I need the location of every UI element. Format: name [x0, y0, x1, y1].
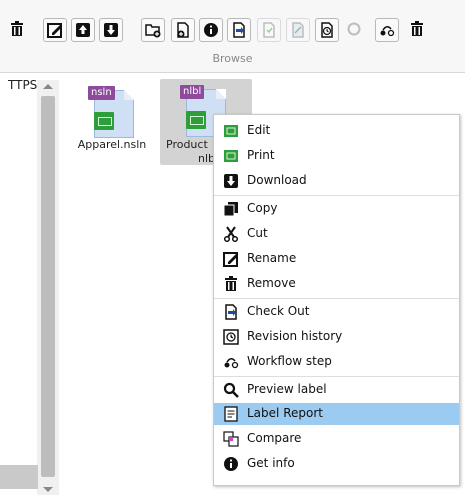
left-pane-text: TTPS	[8, 78, 38, 92]
report-icon	[224, 406, 238, 422]
delete-button[interactable]	[406, 18, 430, 42]
workflow-icon	[380, 26, 395, 37]
label-print-icon	[224, 150, 238, 162]
compare-icon	[223, 431, 239, 447]
menu-item-compare[interactable]: Compare	[214, 428, 459, 450]
scrollbar-thumb[interactable]	[41, 96, 55, 477]
menu-item-label: Preview label	[247, 382, 327, 396]
copy-icon	[223, 202, 238, 217]
toolbar-section-label: Browse	[212, 52, 253, 65]
file-type-tag: nsln	[88, 86, 115, 100]
menu-item-edit[interactable]: Edit	[214, 120, 459, 142]
info-button[interactable]	[199, 18, 223, 42]
menu-item-label: Edit	[247, 123, 271, 137]
file-name-line1: Product	[166, 138, 208, 151]
file-item[interactable]: nsln Apparel.nsln	[76, 86, 148, 156]
download-icon	[224, 174, 238, 188]
checkin-button[interactable]	[257, 18, 281, 42]
checkout-icon	[225, 304, 237, 320]
menu-item-label-report[interactable]: Label Report	[214, 403, 459, 425]
scroll-up-arrow[interactable]	[43, 84, 53, 89]
revision-history-button[interactable]	[315, 18, 339, 42]
info-icon	[224, 457, 238, 471]
add-file-icon	[177, 22, 189, 38]
menu-item-label: Get info	[247, 456, 295, 470]
menu-item-label: Workflow step	[247, 354, 332, 368]
menu-separator	[214, 195, 459, 196]
menu-item-label: Compare	[247, 431, 302, 445]
menu-item-revision-history[interactable]: Revision history	[214, 326, 459, 348]
menu-item-label: Cut	[247, 226, 268, 240]
file-type-tag: nlbl	[180, 85, 205, 99]
history-icon	[223, 329, 239, 345]
label-solution-file-icon: nsln	[88, 86, 134, 138]
menu-item-label: Label Report	[247, 406, 323, 420]
menu-item-remove[interactable]: Remove	[214, 273, 459, 295]
download-icon	[104, 23, 118, 37]
remove-button[interactable]	[6, 18, 30, 42]
checkin-icon	[263, 22, 275, 38]
scissors-icon	[223, 226, 239, 242]
menu-separator	[214, 376, 459, 377]
workflow-icon	[224, 358, 239, 369]
menu-item-label: Copy	[247, 201, 278, 215]
menu-item-rename[interactable]: Rename	[214, 248, 459, 270]
menu-item-get-info[interactable]: Get info	[214, 453, 459, 475]
edit-button[interactable]	[43, 18, 67, 42]
left-pane-selection[interactable]	[0, 465, 38, 489]
menu-separator	[214, 298, 459, 299]
file-name: Apparel.nsln	[77, 138, 147, 151]
menu-item-workflow-step[interactable]: Workflow step	[214, 351, 459, 373]
undo-checkout-button[interactable]	[286, 18, 310, 42]
trash-icon	[411, 21, 423, 36]
trash-icon	[225, 276, 237, 291]
workflow-button[interactable]	[375, 18, 399, 42]
toolbar: Browse	[0, 0, 465, 73]
rename-icon	[223, 252, 238, 267]
new-folder-button[interactable]	[141, 18, 165, 42]
toolbar-buttons	[0, 18, 465, 46]
download-button[interactable]	[99, 18, 123, 42]
trash-icon	[11, 21, 23, 36]
menu-item-label: Print	[247, 148, 275, 162]
menu-item-label: Remove	[247, 276, 296, 290]
checkout-button[interactable]	[227, 18, 251, 42]
menu-item-label: Check Out	[247, 304, 310, 318]
search-icon	[223, 382, 239, 398]
context-menu: Edit Print Download Copy Cut Rename Remo…	[213, 114, 460, 486]
refresh-icon	[347, 22, 361, 36]
history-icon	[321, 22, 333, 38]
menu-item-download[interactable]: Download	[214, 170, 459, 192]
checkout-icon	[233, 22, 245, 38]
label-edit-icon	[224, 125, 238, 137]
upload-icon	[76, 23, 90, 37]
menu-item-check-out[interactable]: Check Out	[214, 301, 459, 323]
menu-item-cut[interactable]: Cut	[214, 223, 459, 245]
new-folder-icon	[145, 24, 161, 38]
undo-checkout-icon	[292, 22, 304, 38]
menu-item-preview-label[interactable]: Preview label	[214, 379, 459, 401]
menu-item-label: Revision history	[247, 329, 343, 343]
refresh-button[interactable]	[343, 18, 367, 42]
edit-icon	[47, 23, 62, 38]
menu-item-label: Download	[247, 173, 307, 187]
scroll-down-arrow[interactable]	[43, 487, 53, 492]
menu-item-copy[interactable]: Copy	[214, 198, 459, 220]
info-icon	[204, 23, 218, 37]
upload-button[interactable]	[71, 18, 95, 42]
menu-item-label: Rename	[247, 251, 297, 265]
add-file-button[interactable]	[171, 18, 195, 42]
menu-item-print[interactable]: Print	[214, 145, 459, 167]
